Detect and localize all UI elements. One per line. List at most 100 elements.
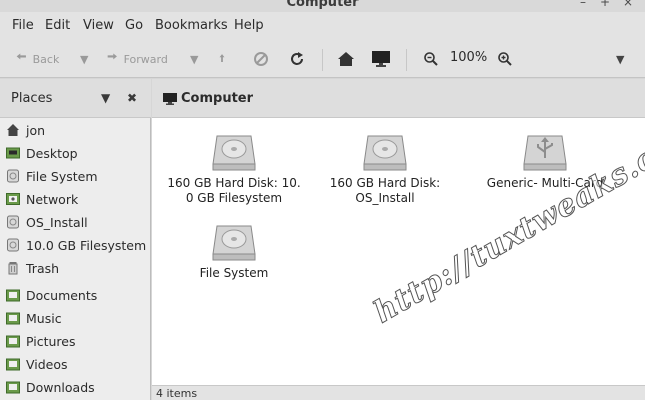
arrow-right-icon: 🠪 [107,50,118,65]
arrow-left-icon: 🠨 [16,50,27,65]
sidebar-item-label: jon [26,122,46,138]
back-label: Back [32,52,60,66]
file-item[interactable]: 160 GB Hard Disk: OS_Install [305,132,465,206]
hard-disk-icon [212,225,256,261]
toolbar: 🠨 Back ▼ 🠪 Forward ▼ 🠩 100% ▼ [0,40,645,78]
sidebar-item-videos[interactable]: Videos [0,353,150,375]
sidebar-item-label: Trash [26,260,60,276]
close-sidebar-button[interactable]: ✖ [127,91,137,105]
sidebar-item-network[interactable]: Network [0,188,150,210]
sidebar-header: Places ▼ ✖ [0,79,151,118]
sidebar-item-os-install[interactable]: OS_Install [0,211,150,233]
hard-disk-icon [363,135,407,171]
forward-button[interactable]: 🠪 Forward [107,49,168,69]
close-icon: ✖ [127,91,138,105]
title-bar: Computer – + × [0,0,645,12]
folder-icon [6,312,20,325]
sidebar-title[interactable]: Places [11,91,52,106]
sidebar-item-documents[interactable]: Documents [0,284,150,306]
menu-view[interactable]: View [83,18,114,33]
chevron-down-icon: ▼ [101,91,111,105]
folder-icon [6,335,20,348]
minimize-button[interactable]: – [580,0,586,9]
breadcrumb-label: Computer [181,91,254,106]
item-count: 4 items [156,387,198,400]
sidebar-item-label: OS_Install [26,214,88,230]
home-icon [338,52,354,66]
folder-icon [6,358,20,371]
sidebar-item-10gb-filesystem[interactable]: 10.0 GB Filesystem [0,234,150,256]
sidebar-type-dropdown[interactable]: ▼ [101,91,110,105]
menu-bar: File Edit View Go Bookmarks Help [0,12,645,40]
file-view[interactable]: 160 GB Hard Disk: 10. 0 GB Filesystem 160… [152,118,645,385]
file-name-line1: Generic- Multi-Card [486,176,604,190]
sidebar-item-label: Network [26,191,79,207]
drive-icon [7,215,19,229]
file-name-line2: 0 GB Filesystem [185,191,283,205]
home-button[interactable] [337,49,355,69]
folder-icon [6,381,20,394]
zoom-out-button[interactable] [423,49,439,69]
sidebar-item-file-system[interactable]: File System [0,165,150,187]
usb-drive-icon [523,135,567,171]
toolbar-overflow-dropdown[interactable]: ▼ [616,49,624,69]
sidebar-item-label: 10.0 GB Filesystem [26,237,147,253]
file-item[interactable]: Generic- Multi-Card [465,132,625,191]
desktop-folder-icon [6,147,20,159]
menu-bookmarks[interactable]: Bookmarks [155,18,228,33]
breadcrumb-computer[interactable]: Computer [162,91,253,106]
status-bar: 4 items [152,385,645,400]
sidebar-item-jon[interactable]: jon [0,119,150,141]
menu-edit[interactable]: Edit [45,18,70,33]
sidebar-item-label: Desktop [26,145,78,161]
chevron-down-icon: ▼ [616,52,625,66]
sidebar-item-downloads[interactable]: Downloads [0,376,150,398]
sidebar-item-label: Documents [26,287,98,303]
back-button[interactable]: 🠨 Back [16,49,59,69]
forward-label: Forward [123,52,168,66]
back-history-dropdown[interactable]: ▼ [80,49,88,69]
hard-disk-icon [212,135,256,171]
network-icon [6,193,20,205]
forward-history-dropdown[interactable]: ▼ [190,49,198,69]
file-name-line1: 160 GB Hard Disk: [329,176,441,190]
maximize-button[interactable]: + [600,0,610,9]
location-bar: Computer [152,79,645,118]
reload-button[interactable] [289,49,305,69]
zoom-out-icon [424,52,438,66]
file-item[interactable]: File System [154,222,314,281]
sidebar-item-pictures[interactable]: Pictures [0,330,150,352]
toolbar-separator [322,49,323,71]
zoom-level: 100% [450,50,488,65]
file-name-line1: File System [199,266,269,280]
file-name-line2: OS_Install [355,191,415,205]
sidebar: Places ▼ ✖ jon Desktop File System Netwo… [0,79,151,400]
arrow-up-icon: 🠩 [219,51,226,65]
sidebar-item-label: Videos [26,356,68,372]
monitor-icon [372,51,390,67]
reload-icon [291,52,303,65]
trash-icon [8,262,18,275]
computer-button[interactable] [371,49,391,69]
zoom-in-icon [498,52,512,66]
menu-file[interactable]: File [12,18,34,33]
up-button[interactable]: 🠩 [219,49,225,69]
stop-icon [254,52,268,66]
sidebar-item-trash[interactable]: Trash [0,257,150,279]
sidebar-item-desktop[interactable]: Desktop [0,142,150,164]
monitor-icon [163,92,177,105]
close-window-button[interactable]: × [623,0,633,9]
folder-icon [6,289,20,302]
file-item[interactable]: 160 GB Hard Disk: 10. 0 GB Filesystem [154,132,314,206]
drive-icon [7,169,19,183]
home-icon [7,124,19,136]
sidebar-item-label: Downloads [26,379,95,395]
file-name-line1: 160 GB Hard Disk: 10. [167,176,301,190]
zoom-in-button[interactable] [497,49,513,69]
stop-button[interactable] [253,49,269,69]
drive-icon [7,238,19,252]
sidebar-item-music[interactable]: Music [0,307,150,329]
menu-go[interactable]: Go [125,18,143,33]
sidebar-item-label: File System [26,168,98,184]
menu-help[interactable]: Help [234,18,264,33]
